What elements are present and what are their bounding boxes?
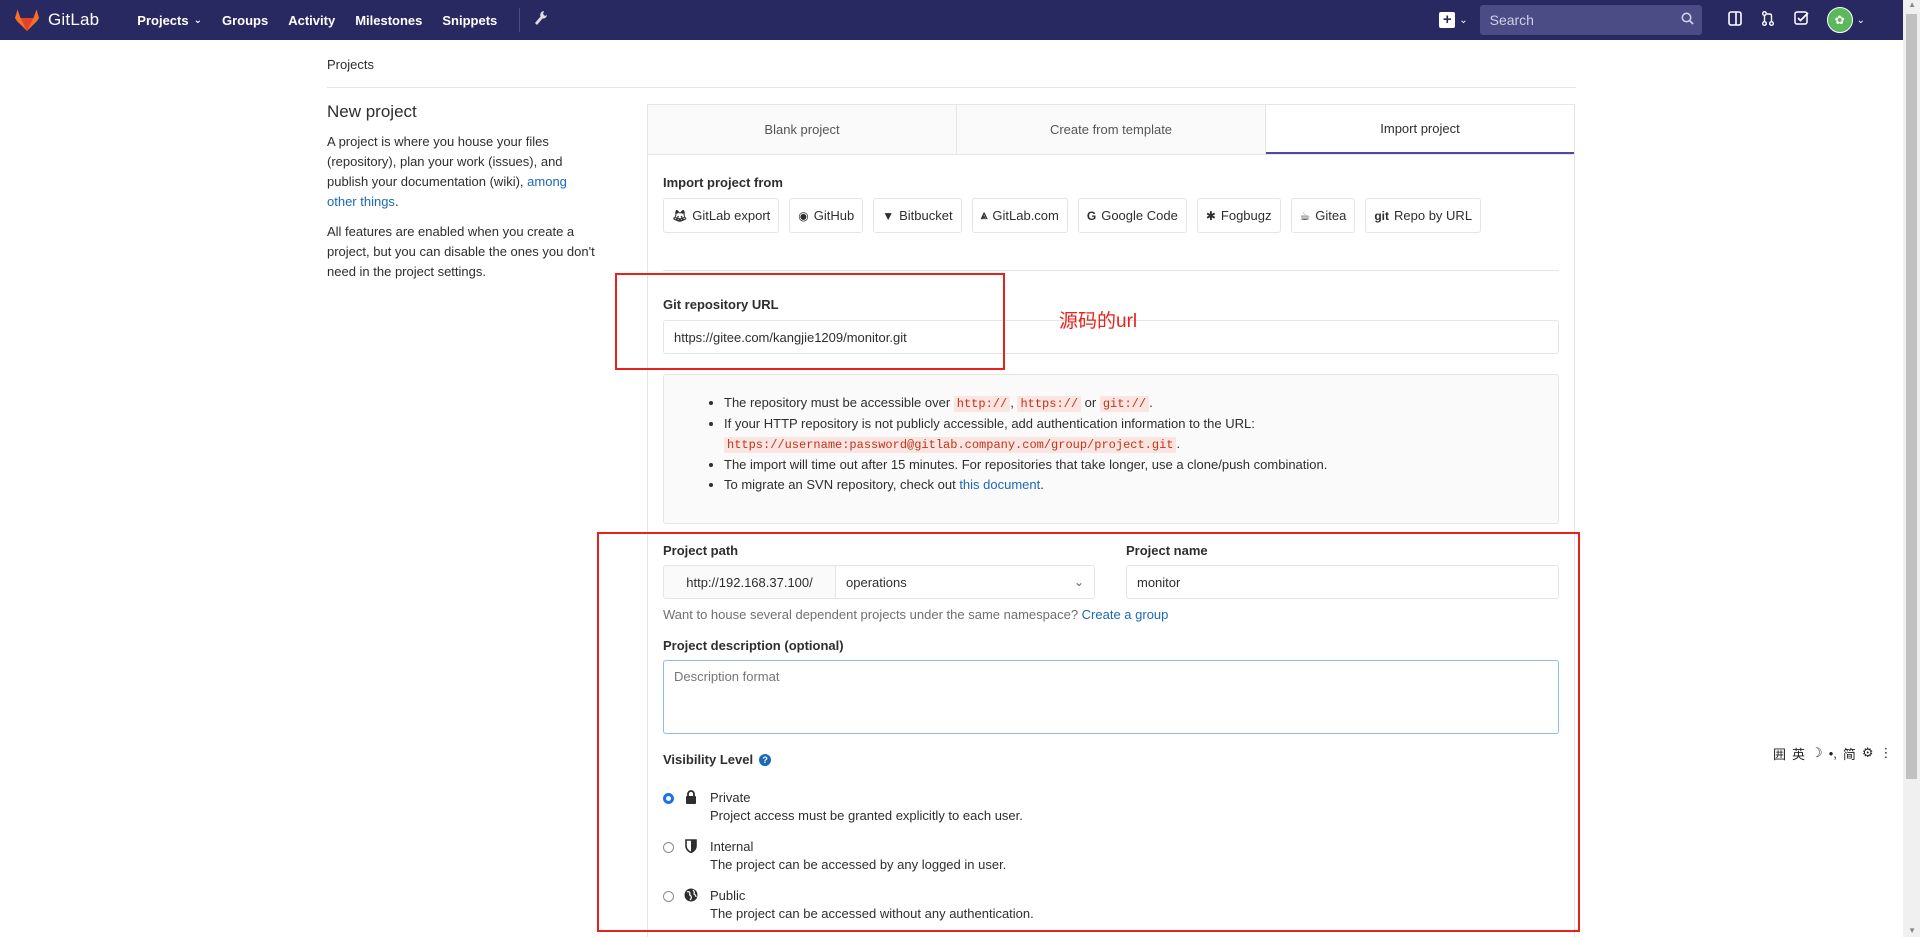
chevron-down-icon: ⌄ (1459, 14, 1468, 26)
import-sources: 🦊︎ GitLab export ◉ GitHub ▼ Bitbucket ⩓ GitL… (663, 198, 1491, 233)
gitlab-logo[interactable]: GitLab (14, 8, 99, 32)
new-dropdown-button[interactable]: + ⌄ (1439, 12, 1468, 28)
ime-toolbar: 囲 英 ☽ •, 简 ⚙ ⋮ (1770, 742, 1896, 764)
info-text: The repository must be accessible over (724, 395, 954, 410)
ime-moon-icon[interactable]: ☽ (1811, 745, 1823, 761)
gitea-icon: ☕︎ (1299, 208, 1311, 223)
info-text: If your HTTP repository is not publicly … (724, 416, 1255, 431)
ime-more-icon[interactable]: ⋮ (1880, 745, 1893, 761)
scroll-thumb[interactable] (1906, 14, 1917, 779)
tab-import-project[interactable]: Import project (1266, 105, 1574, 154)
info-item: If your HTTP repository is not publicly … (724, 414, 1558, 455)
import-source-label: GitLab.com (992, 208, 1059, 223)
nav-projects-label: Projects (137, 12, 189, 28)
import-info-box: The repository must be accessible over h… (663, 374, 1559, 524)
search-input[interactable] (1487, 11, 1681, 29)
page-title: New project (327, 102, 417, 121)
nav-activity[interactable]: Activity (288, 13, 335, 28)
google-icon: G (1086, 208, 1097, 223)
import-gitlab-com-button[interactable]: ⩓ GitLab.com (971, 198, 1068, 233)
chevron-down-icon[interactable]: ⌄ (1857, 15, 1865, 26)
info-item: The repository must be accessible over h… (724, 393, 1558, 414)
admin-wrench-icon[interactable] (534, 10, 548, 31)
code-auth-url: https://username:password@gitlab.company… (724, 437, 1177, 453)
this-document-link[interactable]: this document (959, 477, 1040, 492)
import-source-label: Repo by URL (1394, 208, 1473, 223)
gitlab-icon: 🦊︎ (672, 208, 688, 223)
bitbucket-icon: ▼ (882, 208, 895, 223)
breadcrumb[interactable]: Projects (327, 57, 374, 72)
github-icon: ◉ (798, 208, 809, 223)
top-navbar: GitLab Projects ⌄ Groups Activity Milest… (0, 0, 1903, 40)
nav-divider (519, 8, 521, 32)
sidebar-paragraph-1: A project is where you house your files … (327, 132, 595, 212)
annotation-text: 源码的url (1059, 311, 1138, 332)
nav-groups[interactable]: Groups (222, 13, 268, 28)
import-github-button[interactable]: ◉ GitHub (789, 198, 864, 233)
import-source-label: Bitbucket (899, 208, 953, 223)
brand-name: GitLab (48, 10, 100, 29)
scroll-up-arrow-icon[interactable]: ▲ (1908, 0, 1916, 9)
import-repo-by-url-button[interactable]: git Repo by URL (1365, 198, 1482, 233)
git-icon: git (1374, 208, 1390, 223)
tab-blank-project[interactable]: Blank project (648, 105, 957, 154)
ime-layout-icon[interactable]: 囲 (1773, 744, 1786, 763)
gitlab-icon: ⩓ (980, 208, 988, 222)
import-source-label: GitLab export (692, 208, 771, 223)
import-source-label: GitHub (813, 208, 855, 223)
bug-icon: ✱ (1205, 208, 1216, 223)
import-source-label: Fogbugz (1220, 208, 1272, 223)
info-item: To migrate an SVN repository, check out … (724, 475, 1558, 495)
nav-snippets[interactable]: Snippets (442, 13, 497, 28)
info-or: or (1081, 395, 1100, 410)
chevron-down-icon: ⌄ (193, 14, 202, 26)
import-source-label: Gitea (1315, 208, 1347, 223)
import-gitea-button[interactable]: ☕︎ Gitea (1290, 198, 1356, 233)
annotation-box-url (615, 273, 1005, 370)
import-gitlab-export-button[interactable]: 🦊︎ GitLab export (663, 198, 780, 233)
todo-check-icon[interactable] (1793, 11, 1809, 29)
ime-settings-icon[interactable]: ⚙ (1862, 745, 1874, 761)
import-fogbugz-button[interactable]: ✱ Fogbugz (1196, 198, 1281, 233)
new-project-sidebar: New project A project is where you house… (327, 102, 595, 292)
info-item: The import will time out after 15 minute… (724, 455, 1558, 475)
divider (327, 87, 1576, 88)
scroll-down-arrow-icon[interactable]: ▼ (1908, 926, 1916, 935)
code-http: http:// (953, 396, 1011, 412)
import-google-code-button[interactable]: G Google Code (1077, 198, 1187, 233)
sidebar-toggle-icon[interactable] (1727, 10, 1742, 30)
import-from-label: Import project from (663, 175, 783, 190)
tab-create-from-template[interactable]: Create from template (957, 105, 1266, 154)
code-https: https:// (1017, 396, 1082, 412)
search-box[interactable] (1479, 5, 1702, 35)
merge-request-icon[interactable] (1761, 10, 1774, 30)
page-scrollbar[interactable]: ▲ ▼ (1903, 0, 1920, 937)
divider (663, 270, 1559, 271)
sidebar-p1-end: . (394, 194, 399, 209)
import-bitbucket-button[interactable]: ▼ Bitbucket (873, 198, 962, 233)
ime-punct-icon[interactable]: •, (1829, 746, 1837, 761)
import-source-label: Google Code (1101, 208, 1178, 223)
plus-icon: + (1439, 12, 1456, 28)
search-icon (1681, 12, 1694, 28)
info-text: To migrate an SVN repository, check out (724, 477, 960, 492)
project-type-tabs: Blank project Create from template Impor… (647, 104, 1575, 155)
nav-projects[interactable]: Projects ⌄ (137, 13, 202, 28)
sidebar-paragraph-2: All features are enabled when you create… (327, 224, 595, 279)
ime-lang-toggle[interactable]: 英 (1792, 744, 1805, 763)
tanuki-icon (15, 9, 39, 31)
nav-milestones[interactable]: Milestones (355, 13, 422, 28)
avatar[interactable]: ✿ (1826, 7, 1853, 33)
code-git: git:// (1099, 396, 1150, 412)
ime-simplified-toggle[interactable]: 简 (1843, 744, 1856, 763)
annotation-box-project (597, 532, 1580, 932)
